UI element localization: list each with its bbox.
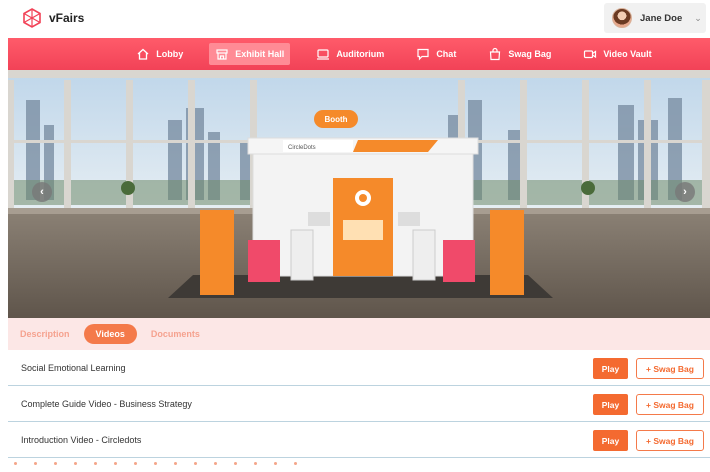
video-title: Complete Guide Video - Business Strategy <box>21 398 192 409</box>
scene-prev-arrow[interactable]: ‹ <box>32 182 52 202</box>
video-title: Social Emotional Learning <box>21 362 126 373</box>
video-list: Social Emotional Learning Play + Swag Ba… <box>8 350 710 458</box>
monitor-icon <box>317 49 330 60</box>
list-item: Introduction Video - Circledots Play + S… <box>8 422 710 458</box>
list-item: Complete Guide Video - Business Strategy… <box>8 386 710 422</box>
home-icon <box>137 48 149 60</box>
nav-label: Swag Bag <box>508 49 552 59</box>
exhibit-hall-scene: CircleDots Booth ‹ › <box>8 70 710 318</box>
play-button[interactable]: Play <box>593 394 628 415</box>
dot <box>134 462 137 465</box>
dot <box>94 462 97 465</box>
user-menu[interactable]: Jane Doe ⌄ <box>604 3 706 33</box>
scene-next-arrow[interactable]: › <box>675 182 695 202</box>
nav-label: Video Vault <box>603 49 652 59</box>
dot <box>174 462 177 465</box>
play-button[interactable]: Play <box>593 430 628 451</box>
hexagon-logo-icon <box>23 8 41 28</box>
booth-tabs: Description Videos Documents <box>8 318 710 350</box>
brand[interactable]: vFairs <box>22 8 84 28</box>
decorative-dots <box>14 462 297 465</box>
add-swag-bag-button[interactable]: + Swag Bag <box>636 358 704 379</box>
vfairs-page: vFairs Jane Doe ⌄ Lobby Exhibit Hall Aud… <box>0 0 710 472</box>
main-nav: Lobby Exhibit Hall Auditorium Chat Swag … <box>8 38 710 70</box>
nav-lobby[interactable]: Lobby <box>130 43 189 65</box>
dot <box>294 462 297 465</box>
booth-tag[interactable]: Booth <box>314 110 358 128</box>
add-swag-bag-button[interactable]: + Swag Bag <box>636 430 704 451</box>
brand-name: vFairs <box>49 11 85 25</box>
top-header: vFairs Jane Doe ⌄ <box>0 0 710 38</box>
tab-documents[interactable]: Documents <box>151 329 200 339</box>
dot <box>114 462 117 465</box>
dot <box>214 462 217 465</box>
chat-icon <box>417 48 429 61</box>
nav-exhibit-hall[interactable]: Exhibit Hall <box>209 43 291 65</box>
booth-icon <box>216 49 228 60</box>
nav-label: Exhibit Hall <box>235 49 285 59</box>
dot <box>194 462 197 465</box>
add-swag-bag-button[interactable]: + Swag Bag <box>636 394 704 415</box>
svg-text:CircleDots: CircleDots <box>288 145 316 151</box>
dot <box>154 462 157 465</box>
dot <box>234 462 237 465</box>
nav-chat[interactable]: Chat <box>410 43 462 65</box>
video-icon <box>584 50 597 59</box>
nav-auditorium[interactable]: Auditorium <box>310 43 390 65</box>
dot <box>74 462 77 465</box>
dot <box>14 462 17 465</box>
exhibit-hall-background: CircleDots <box>8 70 710 318</box>
chevron-down-icon: ⌄ <box>694 12 702 23</box>
avatar <box>612 8 632 28</box>
dot <box>254 462 257 465</box>
dot <box>54 462 57 465</box>
list-item: Social Emotional Learning Play + Swag Ba… <box>8 350 710 386</box>
user-name: Jane Doe <box>640 12 683 24</box>
bag-icon <box>490 47 501 61</box>
play-button[interactable]: Play <box>593 358 628 379</box>
nav-label: Auditorium <box>336 49 385 59</box>
dot <box>34 462 37 465</box>
video-title: Introduction Video - Circledots <box>21 434 142 445</box>
dot <box>274 462 277 465</box>
tab-videos[interactable]: Videos <box>83 324 137 344</box>
nav-label: Lobby <box>156 49 184 59</box>
nav-label: Chat <box>436 49 457 59</box>
nav-video-vault[interactable]: Video Vault <box>577 43 657 65</box>
tab-description[interactable]: Description <box>20 329 70 339</box>
nav-swag-bag[interactable]: Swag Bag <box>482 43 557 65</box>
